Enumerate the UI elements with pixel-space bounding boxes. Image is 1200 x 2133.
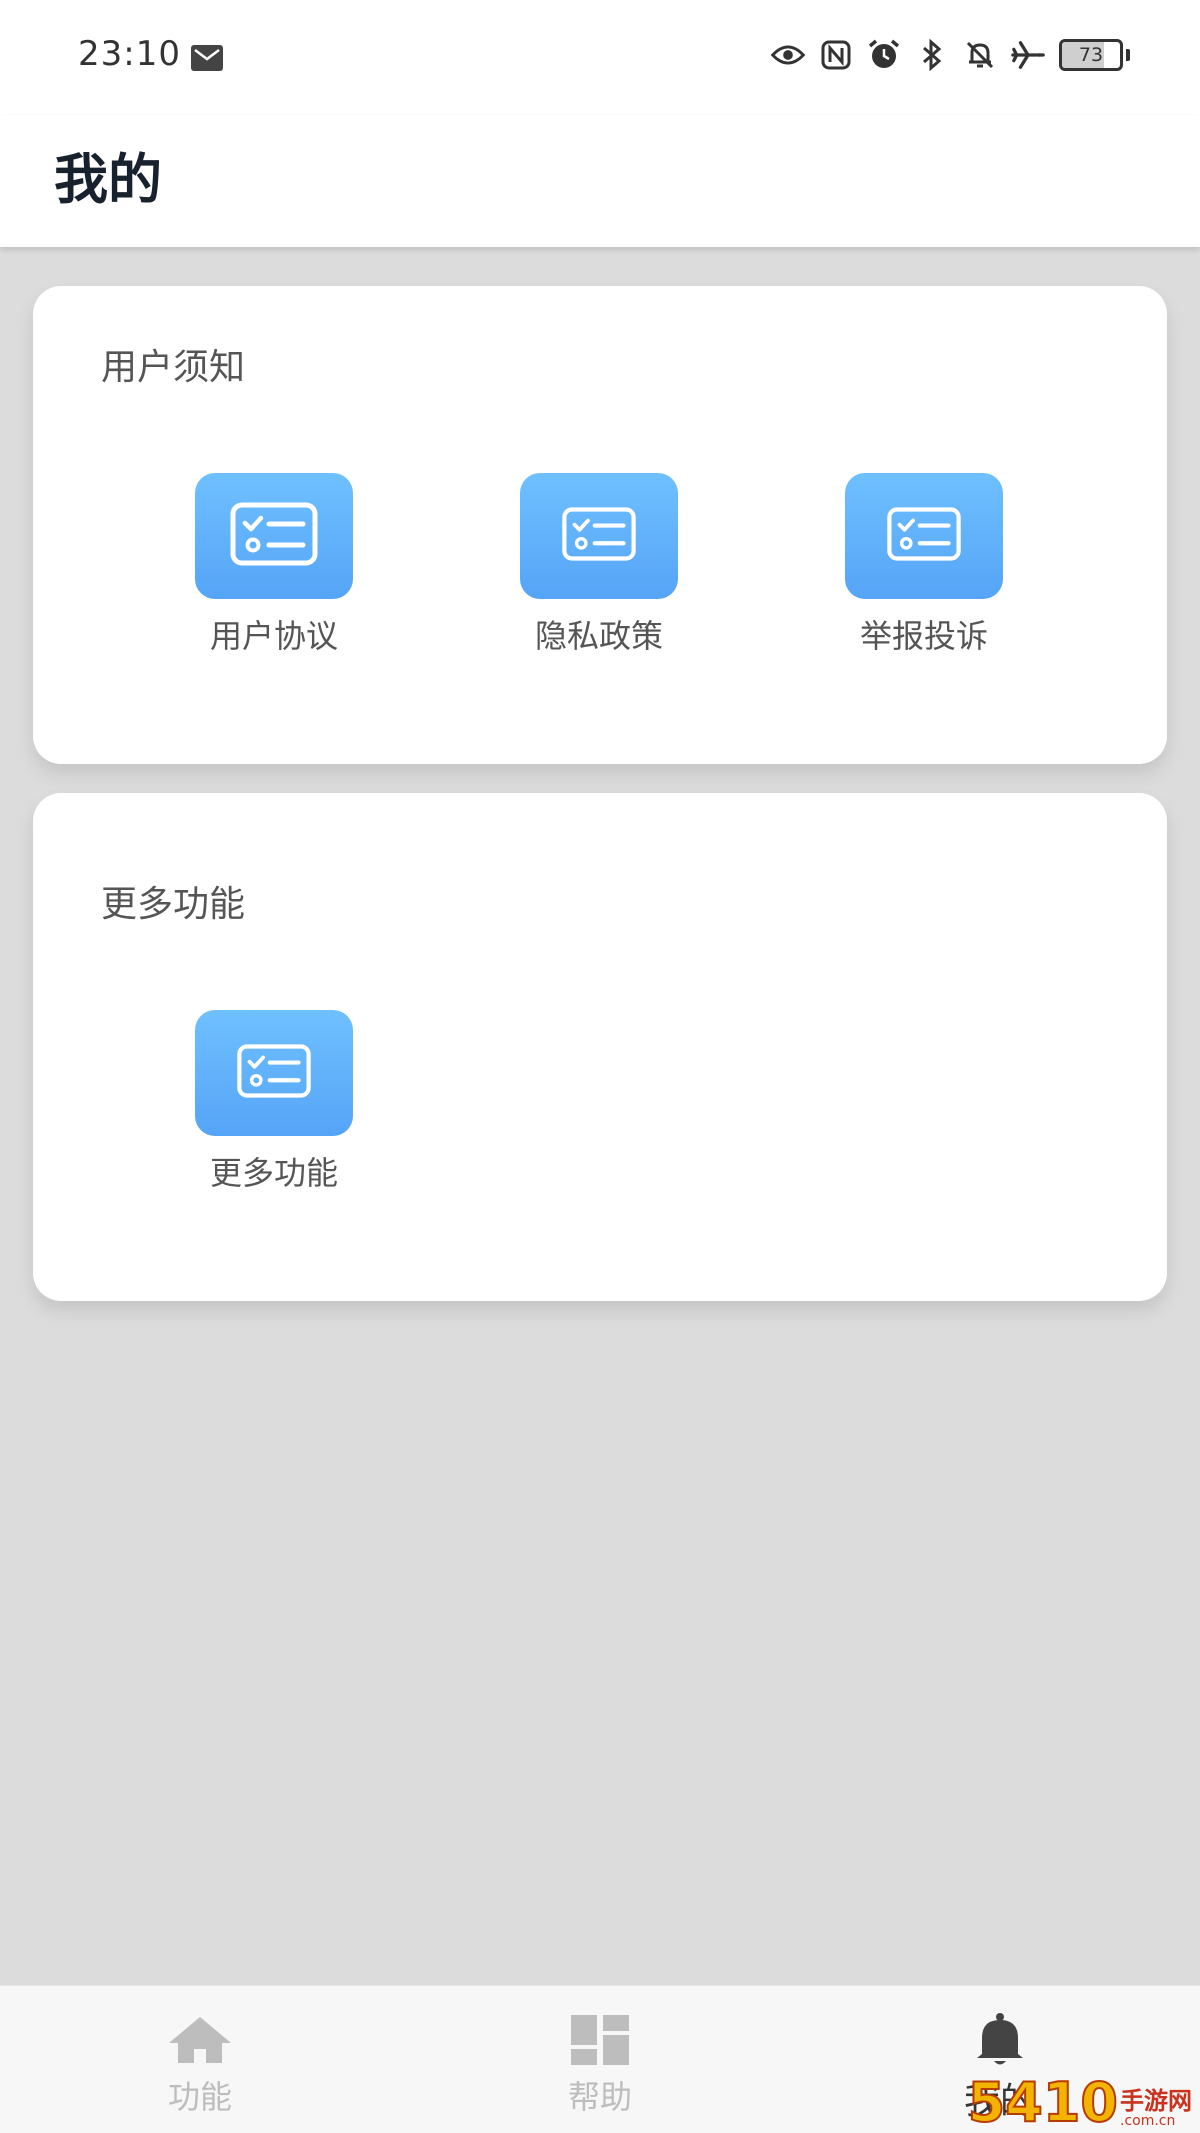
nav-item-help[interactable]: 帮助	[500, 1986, 700, 2133]
checklist-icon	[229, 501, 319, 571]
watermark-number: 5410	[967, 2071, 1119, 2133]
user-notice-card: 用户须知 用户协议 隐私政策 举报投诉	[33, 286, 1167, 764]
nav-label-features: 功能	[167, 2078, 232, 2116]
app-header: 我的	[0, 115, 1200, 247]
nav-item-features[interactable]: 功能	[100, 1986, 300, 2133]
home-icon	[167, 2012, 233, 2068]
mute-icon	[963, 38, 997, 72]
nfc-icon	[819, 38, 853, 72]
status-time: 23:10	[78, 34, 181, 74]
checklist-icon	[886, 504, 962, 568]
page: 23:10 73 我的 用户须知 用户协议 隐私政策 举报投诉 更多功能 更多功…	[0, 0, 1200, 2133]
watermark-logo: 5410 手游网 .com.cn	[967, 2071, 1192, 2133]
status-icons: 73	[771, 38, 1130, 72]
user-agreement-label: 用户协议	[209, 617, 338, 655]
message-icon	[190, 44, 224, 72]
report-complaint-button[interactable]: 举报投诉	[834, 473, 1014, 657]
more-features-card: 更多功能 更多功能	[33, 793, 1167, 1301]
page-title: 我的	[54, 148, 162, 211]
status-bar: 23:10 73	[0, 0, 1200, 115]
user-agreement-tile[interactable]	[195, 473, 353, 599]
checklist-icon	[236, 1041, 312, 1105]
privacy-policy-label: 隐私政策	[534, 617, 663, 655]
nav-label-help: 帮助	[567, 2078, 632, 2116]
bottom-nav: 功能 帮助 我的 5410 手游网 .com.cn	[0, 1985, 1200, 2133]
report-complaint-label: 举报投诉	[859, 617, 988, 655]
battery-body: 73	[1059, 39, 1123, 71]
watermark-text: 手游网	[1120, 2087, 1192, 2116]
dashboard-icon	[567, 2012, 633, 2068]
battery-level: 73	[1078, 44, 1104, 66]
battery-icon: 73	[1059, 39, 1130, 71]
watermark-domain: .com.cn	[1120, 2113, 1176, 2130]
battery-tip	[1126, 49, 1130, 61]
bell-icon	[967, 2012, 1033, 2068]
more-features-button[interactable]: 更多功能	[184, 1010, 364, 1194]
user-agreement-button[interactable]: 用户协议	[184, 473, 364, 657]
bluetooth-icon	[915, 38, 949, 72]
card-title-more-features: 更多功能	[101, 884, 246, 925]
card-title-user-notice: 用户须知	[101, 347, 246, 388]
alarm-icon	[867, 38, 901, 72]
eye-icon	[771, 38, 805, 72]
report-complaint-tile[interactable]	[845, 473, 1003, 599]
more-features-tile[interactable]	[195, 1010, 353, 1136]
checklist-icon	[561, 504, 637, 568]
more-features-label: 更多功能	[209, 1154, 338, 1192]
privacy-policy-tile[interactable]	[520, 473, 678, 599]
watermark-text-group: 手游网 .com.cn	[1120, 2089, 1192, 2130]
airplane-icon	[1011, 38, 1045, 72]
privacy-policy-button[interactable]: 隐私政策	[509, 473, 689, 657]
